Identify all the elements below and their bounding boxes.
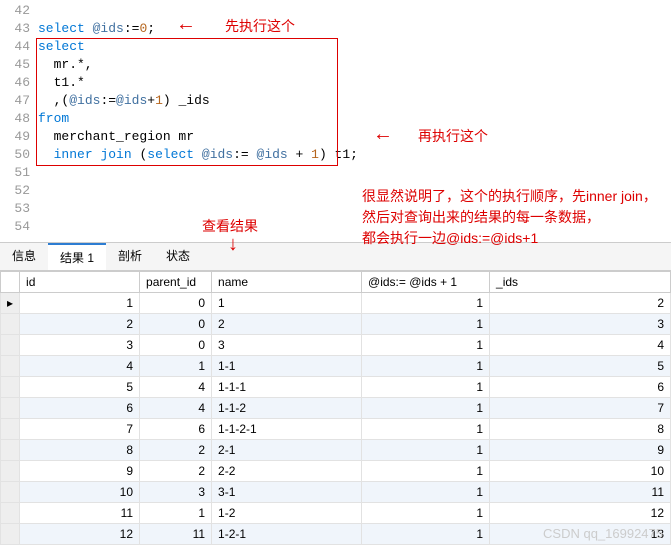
table-row[interactable]: 30314 bbox=[1, 335, 671, 356]
table-row[interactable]: 922-2110 bbox=[1, 461, 671, 482]
arrow-icon: ← bbox=[377, 126, 389, 146]
col-id[interactable]: id bbox=[20, 272, 140, 293]
col-ids[interactable]: _ids bbox=[490, 272, 671, 293]
table-row[interactable]: 641-1-217 bbox=[1, 398, 671, 419]
line-gutter: 42434445464748495051525354 bbox=[0, 2, 38, 236]
code-editor[interactable]: 42434445464748495051525354 select @ids:=… bbox=[0, 0, 671, 238]
row-header-blank bbox=[1, 272, 20, 293]
tab-profile[interactable]: 剖析 bbox=[106, 243, 154, 270]
arrow-icon: ← bbox=[180, 16, 192, 36]
table-row[interactable]: 541-1-116 bbox=[1, 377, 671, 398]
tab-result-1[interactable]: 结果 1 bbox=[48, 243, 106, 270]
table-row[interactable]: 1033-1111 bbox=[1, 482, 671, 503]
highlight-box bbox=[36, 38, 338, 166]
table-row[interactable]: 761-1-2-118 bbox=[1, 419, 671, 440]
annotation-2: 再执行这个 bbox=[418, 126, 488, 146]
tab-status[interactable]: 状态 bbox=[154, 243, 202, 270]
watermark: CSDN qq_16992475 bbox=[543, 526, 663, 541]
table-row[interactable]: 411-115 bbox=[1, 356, 671, 377]
table-row[interactable]: 20213 bbox=[1, 314, 671, 335]
table-row[interactable]: 822-119 bbox=[1, 440, 671, 461]
annotation-1: 先执行这个 bbox=[225, 16, 295, 36]
table-row[interactable]: ▸10112 bbox=[1, 293, 671, 314]
arrow-down-icon: ↓ bbox=[227, 236, 239, 256]
header-row: id parent_id name @ids:= @ids + 1 _ids bbox=[1, 272, 671, 293]
col-ids-expr[interactable]: @ids:= @ids + 1 bbox=[362, 272, 490, 293]
result-grid[interactable]: id parent_id name @ids:= @ids + 1 _ids ▸… bbox=[0, 271, 671, 545]
annotation-3: 查看结果 bbox=[202, 216, 258, 236]
tab-info[interactable]: 信息 bbox=[0, 243, 48, 270]
table-row[interactable]: 1111-2112 bbox=[1, 503, 671, 524]
annotation-4: 很显然说明了，这个的执行顺序，先inner join， 然后对查询出来的结果的每… bbox=[362, 186, 657, 249]
col-name[interactable]: name bbox=[212, 272, 362, 293]
col-parent-id[interactable]: parent_id bbox=[140, 272, 212, 293]
